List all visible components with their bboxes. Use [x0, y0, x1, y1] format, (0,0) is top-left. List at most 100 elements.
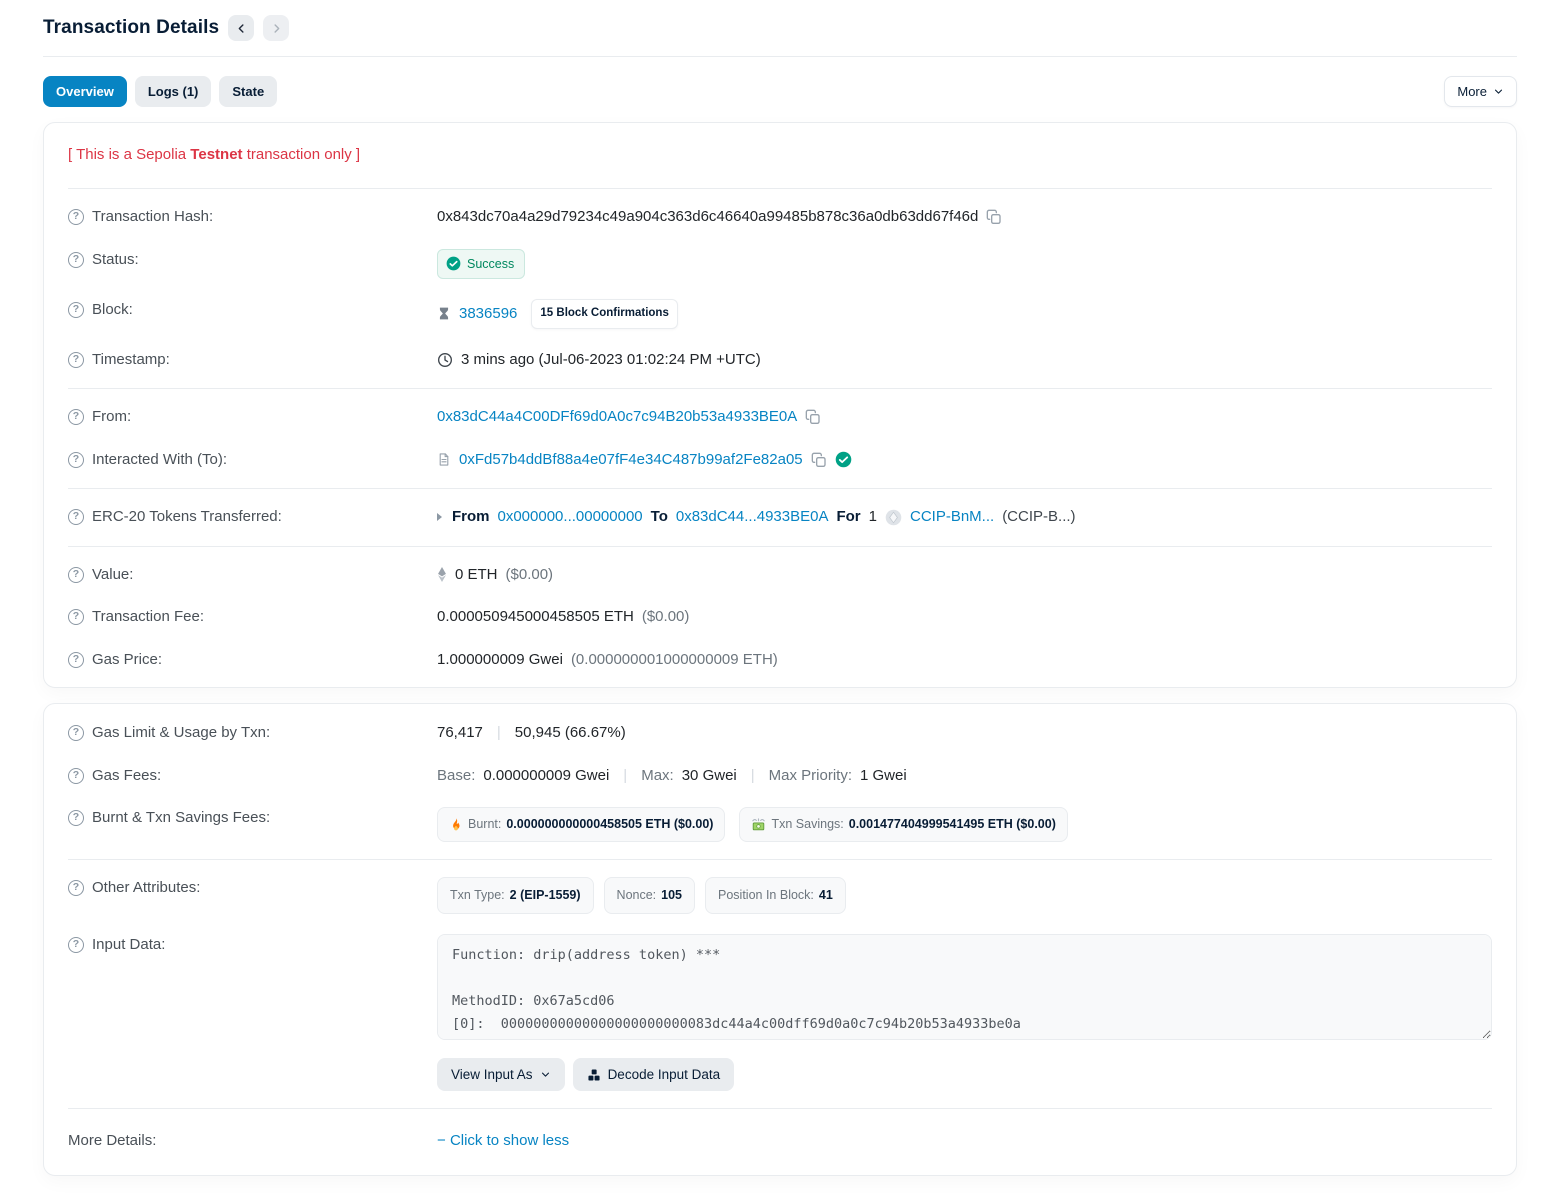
flame-icon [449, 817, 463, 832]
separator: | [751, 765, 755, 788]
testnet-warning-bold: Testnet [190, 146, 242, 163]
tab-logs[interactable]: Logs (1) [135, 76, 212, 107]
view-input-as-button[interactable]: View Input As [437, 1058, 565, 1091]
txn-type-badge: Txn Type: 2 (EIP-1559) [437, 877, 594, 914]
transaction-hash-value: 0x843dc70a4a29d79234c49a904c363d6c46640a… [437, 206, 978, 229]
help-icon[interactable] [68, 209, 84, 225]
divider [68, 1108, 1492, 1109]
help-icon[interactable] [68, 609, 84, 625]
help-icon[interactable] [68, 937, 84, 953]
other-attributes-label: Other Attributes: [92, 877, 200, 900]
minus-icon: − [437, 1132, 446, 1149]
divider [68, 188, 1492, 189]
chevron-left-icon [235, 22, 248, 35]
value-amount: 0 ETH [455, 564, 498, 587]
help-icon[interactable] [68, 252, 84, 268]
copy-transaction-hash-button[interactable] [986, 209, 1002, 225]
copy-icon [986, 209, 1002, 225]
copy-from-address-button[interactable] [805, 409, 821, 425]
details-card: Gas Limit & Usage by Txn: 76,417 | 50,94… [43, 703, 1517, 1176]
gas-limit-usage-label: Gas Limit & Usage by Txn: [92, 722, 270, 745]
input-data-label: Input Data: [92, 934, 165, 957]
verified-contract-check-icon [835, 451, 852, 468]
decode-input-data-button[interactable]: Decode Input Data [573, 1058, 735, 1091]
ethereum-icon [437, 566, 447, 583]
token-icon [885, 509, 902, 526]
erc20-transfers-label: ERC-20 Tokens Transferred: [92, 506, 282, 529]
gas-fees-row: Gas Fees: Base: 0.000000009 Gwei | Max: … [68, 755, 1492, 798]
value-row: Value: 0 ETH ($0.00) [68, 554, 1492, 597]
transaction-hash-label: Transaction Hash: [92, 206, 213, 229]
tab-state[interactable]: State [219, 76, 277, 107]
help-icon[interactable] [68, 352, 84, 368]
block-number-link[interactable]: 3836596 [459, 303, 517, 326]
help-icon[interactable] [68, 567, 84, 583]
transaction-details-page: Transaction Details Overview Logs (1) St… [0, 0, 1560, 1196]
token-name-link[interactable]: CCIP-BnM... [910, 506, 994, 529]
max-priority-label: Max Priority: [769, 765, 852, 788]
transfer-expand-caret-icon[interactable] [437, 513, 442, 521]
other-attributes-row: Other Attributes: Txn Type: 2 (EIP-1559)… [68, 867, 1492, 924]
erc20-transfers-row: ERC-20 Tokens Transferred: From 0x000000… [68, 496, 1492, 539]
hourglass-icon [437, 306, 451, 321]
interacted-with-address-link[interactable]: 0xFd57b4ddBf88a4e07fF4e34C487b99af2Fe82a… [459, 449, 803, 472]
tabs-bar: Overview Logs (1) State More [43, 76, 1517, 107]
block-label: Block: [92, 299, 133, 322]
transfer-from-address-link[interactable]: 0x000000...00000000 [498, 506, 643, 529]
transaction-hash-row: Transaction Hash: 0x843dc70a4a29d79234c4… [68, 196, 1492, 239]
chevron-right-icon [270, 22, 283, 35]
help-icon[interactable] [68, 302, 84, 318]
timestamp-label: Timestamp: [92, 349, 170, 372]
decode-input-data-label: Decode Input Data [608, 1067, 721, 1082]
burnt-badge-label: Burnt: [468, 815, 501, 834]
nonce-badge: Nonce: 105 [604, 877, 695, 914]
help-icon[interactable] [68, 652, 84, 668]
help-icon[interactable] [68, 880, 84, 896]
separator: | [623, 765, 627, 788]
gas-limit-usage-row: Gas Limit & Usage by Txn: 76,417 | 50,94… [68, 712, 1492, 755]
transfer-for-word: For [836, 506, 860, 529]
help-icon[interactable] [68, 810, 84, 826]
next-transaction-button[interactable] [263, 15, 289, 41]
money-wings-icon [751, 817, 766, 832]
tab-overview[interactable]: Overview [43, 76, 127, 107]
header-divider [43, 56, 1517, 57]
clock-icon [437, 352, 453, 368]
transaction-fee-row: Transaction Fee: 0.000050945000458505 ET… [68, 596, 1492, 639]
copy-interacted-address-button[interactable] [811, 452, 827, 468]
decode-cubes-icon [587, 1068, 601, 1082]
divider [68, 388, 1492, 389]
page-title: Transaction Details [43, 14, 219, 43]
copy-icon [805, 409, 821, 425]
testnet-warning-suffix: transaction only ] [243, 146, 361, 163]
divider [68, 859, 1492, 860]
interacted-with-row: Interacted With (To): 0xFd57b4ddBf88a4e0… [68, 439, 1492, 482]
nonce-value: 105 [661, 886, 682, 905]
chevron-down-icon [540, 1069, 551, 1080]
help-icon[interactable] [68, 509, 84, 525]
transfer-to-address-link[interactable]: 0x83dC44...4933BE0A [676, 506, 829, 529]
burnt-savings-label: Burnt & Txn Savings Fees: [92, 807, 270, 830]
status-badge: Success [437, 249, 525, 280]
burnt-savings-row: Burnt & Txn Savings Fees: Burnt: 0.00000… [68, 797, 1492, 852]
help-icon[interactable] [68, 409, 84, 425]
from-address-link[interactable]: 0x83dC44a4C00DFf69d0A0c7c94B20b53a4933BE… [437, 406, 797, 429]
gas-used-value: 50,945 (66.67%) [515, 722, 626, 745]
savings-badge-label: Txn Savings: [771, 815, 843, 834]
more-button-label: More [1457, 84, 1487, 99]
divider [68, 546, 1492, 547]
show-less-link[interactable]: − Click to show less [437, 1130, 569, 1153]
page-header: Transaction Details [43, 14, 1517, 43]
more-details-row: More Details: − Click to show less [68, 1116, 1492, 1169]
value-usd: ($0.00) [506, 564, 554, 587]
input-data-row: Input Data: Function: drip(address token… [68, 924, 1492, 1102]
help-icon[interactable] [68, 725, 84, 741]
burnt-badge-value: 0.000000000000458505 ETH ($0.00) [506, 815, 713, 834]
input-data-textarea[interactable]: Function: drip(address token) *** Method… [437, 934, 1492, 1040]
help-icon[interactable] [68, 452, 84, 468]
max-priority-value: 1 Gwei [860, 765, 907, 788]
token-symbol: (CCIP-B...) [1002, 506, 1075, 529]
previous-transaction-button[interactable] [228, 15, 254, 41]
help-icon[interactable] [68, 768, 84, 784]
more-button[interactable]: More [1444, 76, 1517, 107]
